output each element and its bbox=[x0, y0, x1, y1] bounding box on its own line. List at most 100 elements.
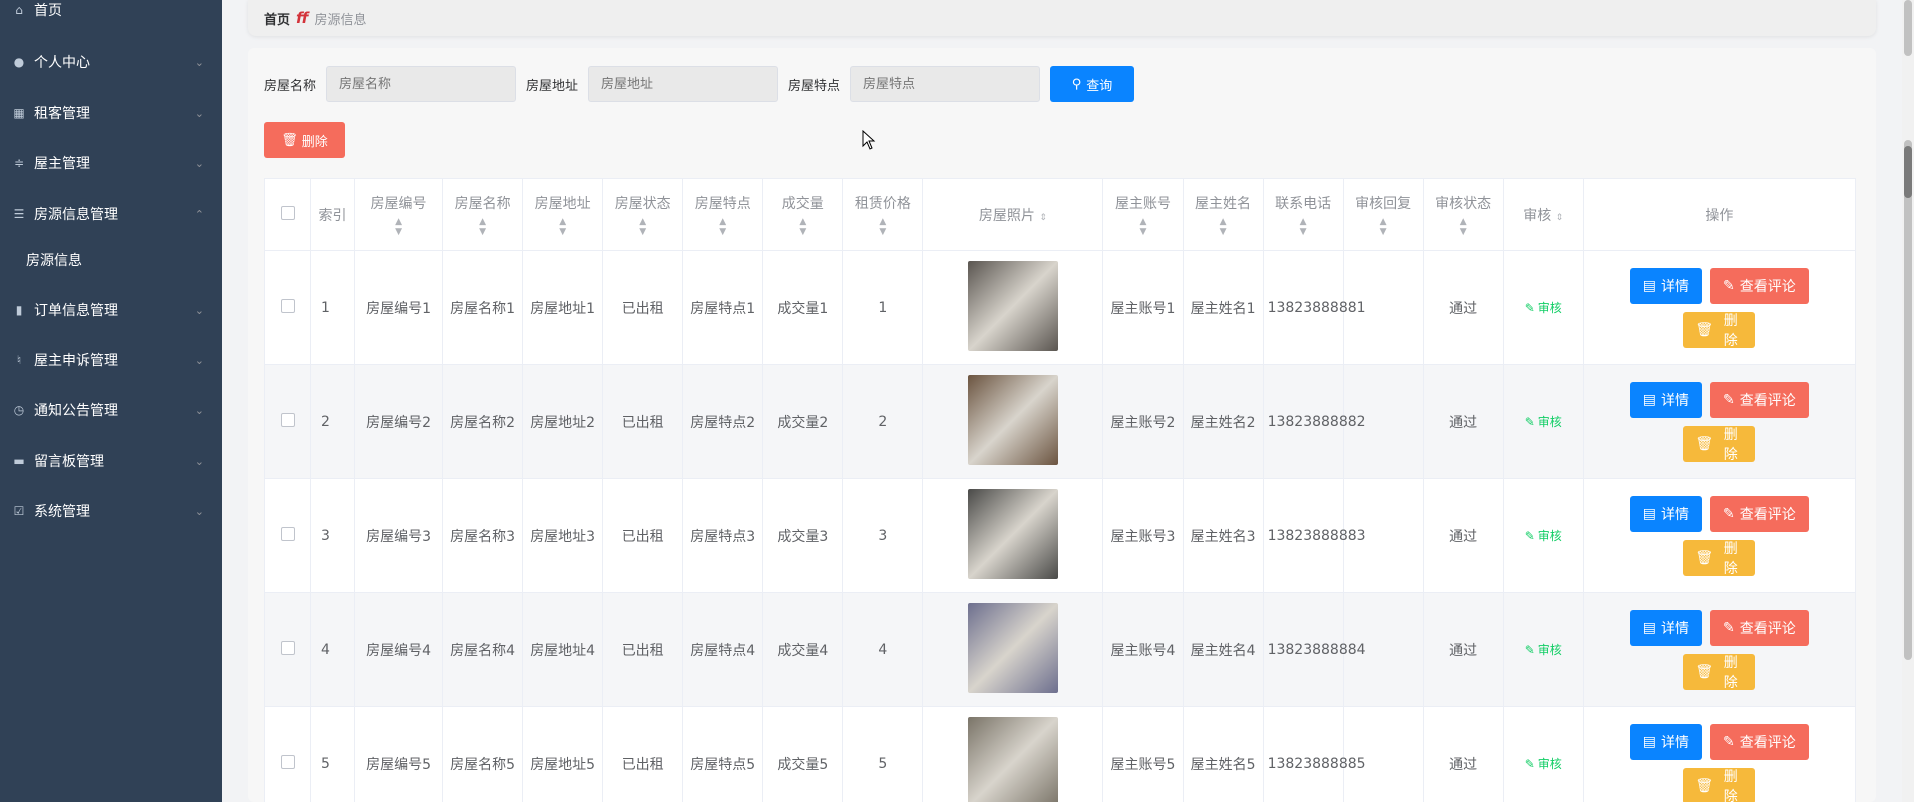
sort-icon[interactable]: ▲ ▼ bbox=[847, 217, 918, 237]
sidebar-item-tenant-management[interactable]: ▦ 租客管理 ⌄ bbox=[0, 93, 222, 133]
row-delete-button[interactable]: 🗑 删除 bbox=[1683, 539, 1756, 577]
detail-button[interactable]: ▤ 详情 bbox=[1629, 723, 1702, 760]
col-photo[interactable]: 房屋照片 ⇕ bbox=[922, 178, 1104, 251]
row-delete-button[interactable]: 🗑 删除 bbox=[1683, 653, 1756, 691]
col-address[interactable]: 房屋地址 ▲ ▼ bbox=[522, 178, 604, 251]
table-row[interactable]: 2 房屋编号2 房屋名称2 房屋地址2 已出租 房屋特点2 成交量2 2 屋主账号2 屋主姓名2 1… bbox=[263, 364, 1857, 479]
document-icon: ▤ bbox=[1642, 733, 1656, 750]
table-row[interactable]: 5 房屋编号5 房屋名称5 房屋地址5 已出租 房屋特点5 成交量5 5 屋主账号5 屋主姓名5 1… bbox=[263, 706, 1857, 802]
house-photo[interactable] bbox=[967, 716, 1058, 802]
row-delete-button[interactable]: 🗑 删除 bbox=[1683, 767, 1756, 802]
col-audit-reply[interactable]: 审核回复 ▲ ▼ bbox=[1342, 178, 1424, 251]
sort-icon[interactable]: ⇕ bbox=[1039, 213, 1047, 223]
sort-icon[interactable]: ▲ ▼ bbox=[359, 217, 438, 237]
col-owner-name[interactable]: 屋主姓名 ▲ ▼ bbox=[1182, 178, 1264, 251]
audit-link[interactable]: ✎ 审核 bbox=[1525, 755, 1562, 772]
address-value: 房屋地址2 bbox=[530, 414, 596, 431]
house-photo[interactable] bbox=[967, 488, 1058, 579]
view-comments-button[interactable]: ✎ 查看评论 bbox=[1709, 267, 1809, 304]
sidebar-item-listing-management[interactable]: ☰ 房源信息管理 ⌃ bbox=[0, 194, 222, 234]
audit-link[interactable]: ✎ 审核 bbox=[1525, 299, 1562, 316]
table-row[interactable]: 1 房屋编号1 房屋名称1 房屋地址1 已出租 房屋特点1 成交量1 1 屋主账号1 屋主姓名1 1… bbox=[263, 250, 1857, 365]
sort-icon[interactable]: ▲ ▼ bbox=[447, 217, 518, 237]
breadcrumb-home[interactable]: 首页 bbox=[264, 9, 290, 28]
audit-link[interactable]: ✎ 审核 bbox=[1525, 413, 1562, 430]
sort-icon[interactable]: ▲ ▼ bbox=[1348, 217, 1419, 237]
table-row[interactable]: 4 房屋编号4 房屋名称4 房屋地址4 已出租 房屋特点4 成交量4 4 屋主账号4 屋主姓名4 1… bbox=[263, 592, 1857, 707]
row-checkbox[interactable] bbox=[280, 754, 295, 769]
document-icon: ▤ bbox=[1642, 277, 1656, 294]
house-feature-input[interactable] bbox=[850, 66, 1041, 102]
audit-link[interactable]: ✎ 审核 bbox=[1525, 527, 1562, 544]
house-name-input[interactable] bbox=[326, 66, 517, 102]
sort-icon[interactable]: ▲ ▼ bbox=[527, 217, 598, 237]
row-delete-button[interactable]: 🗑 删除 bbox=[1683, 311, 1756, 349]
sort-icon[interactable]: ⇕ bbox=[1556, 213, 1564, 223]
col-audit-status[interactable]: 审核状态 ▲ ▼ bbox=[1422, 178, 1504, 251]
table-row[interactable]: 3 房屋编号3 房屋名称3 房屋地址3 已出租 房屋特点3 成交量3 3 屋主账号3 屋主姓名3 1… bbox=[263, 478, 1857, 593]
document-icon: ▤ bbox=[1642, 391, 1656, 408]
chevron-down-icon: ⌄ bbox=[194, 156, 204, 170]
sort-icon[interactable]: ▲ ▼ bbox=[1107, 217, 1178, 237]
row-checkbox[interactable] bbox=[280, 526, 295, 541]
house-address-input[interactable] bbox=[588, 66, 779, 102]
col-audit[interactable]: 审核 ⇕ bbox=[1502, 178, 1584, 251]
sort-icon[interactable]: ▲ ▼ bbox=[767, 217, 838, 237]
sidebar-item-message-board-management[interactable]: ▬ 留言板管理 ⌄ bbox=[0, 441, 222, 481]
chevron-down-icon: ⌄ bbox=[194, 403, 204, 417]
col-code[interactable]: 房屋编号 ▲ ▼ bbox=[354, 178, 444, 251]
sidebar-item-owner-management[interactable]: ≑ 屋主管理 ⌄ bbox=[0, 143, 222, 183]
select-all-checkbox[interactable] bbox=[280, 205, 295, 220]
sort-icon[interactable]: ▲ ▼ bbox=[687, 217, 758, 237]
code-cell: 房屋编号1 bbox=[354, 250, 444, 365]
audit-cell: ✎ 审核 bbox=[1502, 478, 1584, 593]
price-value: 5 bbox=[878, 755, 888, 772]
scrollbar-thumb[interactable] bbox=[1904, 146, 1912, 198]
sort-icon[interactable]: ▲ ▼ bbox=[1428, 217, 1499, 237]
audit-link[interactable]: ✎ 审核 bbox=[1525, 641, 1562, 658]
col-name[interactable]: 房屋名称 ▲ ▼ bbox=[442, 178, 524, 251]
view-comments-button[interactable]: ✎ 查看评论 bbox=[1709, 495, 1809, 532]
sidebar-item-notice-management[interactable]: ◷ 通知公告管理 ⌄ bbox=[0, 390, 222, 430]
vertical-scrollbar[interactable] bbox=[1902, 0, 1914, 802]
row-checkbox[interactable] bbox=[280, 412, 295, 427]
house-photo[interactable] bbox=[967, 374, 1058, 465]
row-checkbox[interactable] bbox=[280, 640, 295, 655]
col-status[interactable]: 房屋状态 ▲ ▼ bbox=[602, 178, 684, 251]
col-phone[interactable]: 联系电话 ▲ ▼ bbox=[1262, 178, 1344, 251]
sidebar-item-label: 首页 bbox=[34, 3, 62, 19]
row-delete-button[interactable]: 🗑 删除 bbox=[1683, 425, 1756, 463]
sidebar-item-home[interactable]: ⌂ 首页 bbox=[0, 0, 222, 30]
view-comments-button[interactable]: ✎ 查看评论 bbox=[1709, 723, 1809, 760]
sidebar-item-personal-center[interactable]: ● 个人中心 ⌄ bbox=[0, 42, 222, 82]
query-button[interactable]: ⚲ 查询 bbox=[1050, 66, 1135, 102]
sort-icon[interactable]: ▲ ▼ bbox=[1268, 217, 1339, 237]
sidebar-item-system-management[interactable]: ☑ 系统管理 ⌄ bbox=[0, 491, 222, 531]
audit-status-cell: 通过 bbox=[1422, 706, 1504, 802]
detail-button[interactable]: ▤ 详情 bbox=[1629, 609, 1702, 646]
col-phone-label: 联系电话 bbox=[1275, 195, 1332, 212]
col-deals[interactable]: 成交量 ▲ ▼ bbox=[762, 178, 844, 251]
batch-delete-button[interactable]: 🗑 删除 bbox=[264, 122, 345, 158]
name-value: 房屋名称3 bbox=[450, 528, 516, 545]
select-all-cell[interactable] bbox=[263, 178, 312, 251]
house-photo[interactable] bbox=[967, 602, 1058, 693]
sidebar-item-order-management[interactable]: ▮ 订单信息管理 ⌄ bbox=[0, 290, 222, 330]
detail-button[interactable]: ▤ 详情 bbox=[1629, 381, 1702, 418]
detail-button[interactable]: ▤ 详情 bbox=[1629, 495, 1702, 532]
sidebar-item-owner-appeal-management[interactable]: ♮ 屋主申诉管理 ⌄ bbox=[0, 340, 222, 380]
detail-button[interactable]: ▤ 详情 bbox=[1629, 267, 1702, 304]
house-feature-label: 房屋特点 bbox=[788, 78, 841, 94]
view-comments-button[interactable]: ✎ 查看评论 bbox=[1709, 381, 1809, 418]
deals-value: 成交量4 bbox=[777, 642, 829, 659]
sort-icon[interactable]: ▲ ▼ bbox=[607, 217, 678, 237]
chevron-down-icon: ⌄ bbox=[194, 353, 204, 367]
col-feature[interactable]: 房屋特点 ▲ ▼ bbox=[682, 178, 764, 251]
sort-icon[interactable]: ▲ ▼ bbox=[1188, 217, 1259, 237]
row-checkbox[interactable] bbox=[280, 298, 295, 313]
col-price[interactable]: 租赁价格 ▲ ▼ bbox=[842, 178, 924, 251]
sidebar-subitem-listing-info[interactable]: 房源信息 bbox=[0, 240, 222, 280]
view-comments-button[interactable]: ✎ 查看评论 bbox=[1709, 609, 1809, 646]
col-owner-account[interactable]: 屋主账号 ▲ ▼ bbox=[1102, 178, 1184, 251]
house-photo[interactable] bbox=[967, 260, 1058, 351]
